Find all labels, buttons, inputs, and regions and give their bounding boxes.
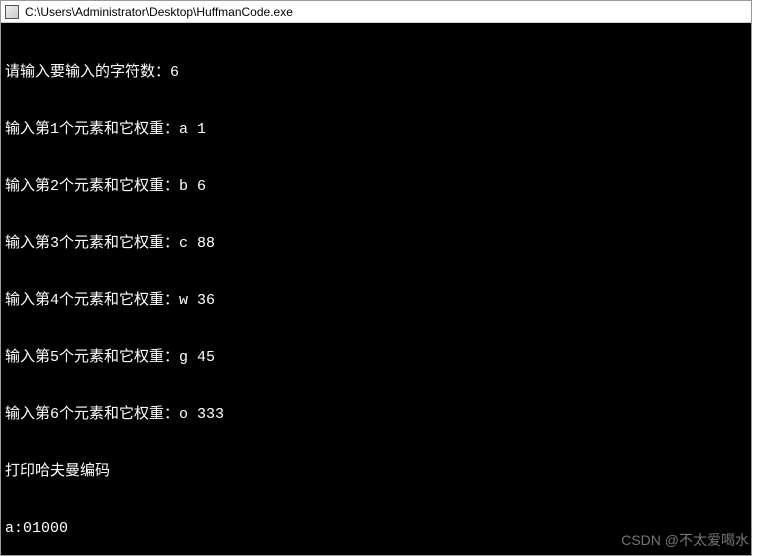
console-line: 输入第5个元素和它权重：g 45 — [5, 348, 747, 367]
console-line: 打印哈夫曼编码 — [5, 462, 747, 481]
console-line: 输入第1个元素和它权重：a 1 — [5, 120, 747, 139]
console-output[interactable]: 请输入要输入的字符数：6 输入第1个元素和它权重：a 1 输入第2个元素和它权重… — [1, 23, 751, 555]
console-line: 输入第4个元素和它权重：w 36 — [5, 291, 747, 310]
console-line: a:01000 — [5, 519, 747, 538]
console-window: C:\Users\Administrator\Desktop\HuffmanCo… — [0, 0, 752, 556]
console-line: 请输入要输入的字符数：6 — [5, 63, 747, 82]
app-icon — [5, 5, 19, 19]
titlebar[interactable]: C:\Users\Administrator\Desktop\HuffmanCo… — [1, 1, 751, 23]
console-line: 输入第3个元素和它权重：c 88 — [5, 234, 747, 253]
console-line: 输入第6个元素和它权重：o 333 — [5, 405, 747, 424]
console-line: 输入第2个元素和它权重：b 6 — [5, 177, 747, 196]
window-title: C:\Users\Administrator\Desktop\HuffmanCo… — [25, 5, 293, 19]
